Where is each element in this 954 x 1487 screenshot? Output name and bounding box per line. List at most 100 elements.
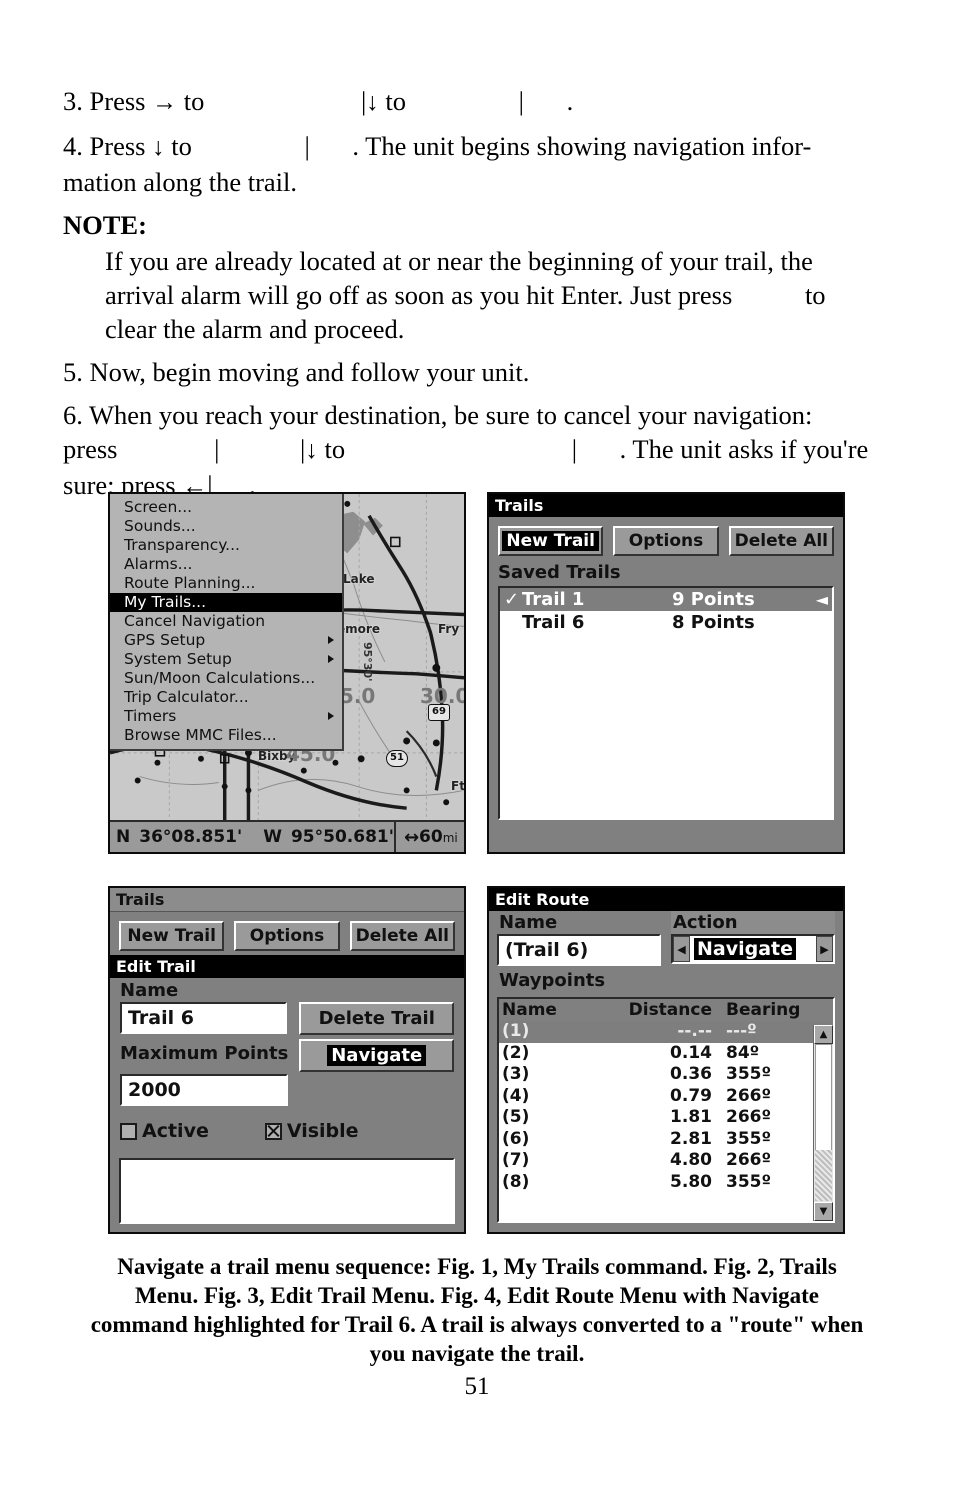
waypoint-row[interactable]: (8) 5.80 355º <box>499 1172 833 1194</box>
step-6-line-1: 6. When you reach your destination, be s… <box>63 400 813 430</box>
map-label-fry: Fry <box>438 622 460 636</box>
waypoint-row[interactable]: (4) 0.79 266º <box>499 1086 833 1108</box>
main-menu-popup[interactable]: Screen... Sounds... Transparency... Alarms.… <box>110 494 344 751</box>
trail-list-item[interactable]: ✓ Trail 1 9 Points ◄ <box>500 588 832 611</box>
waypoint-distance: --.-- <box>677 1021 712 1041</box>
checkbox-label: Active <box>142 1120 209 1142</box>
waypoint-row[interactable]: (5) 1.81 266º <box>499 1107 833 1129</box>
body-copy: 3. Press → to | ↓ to | . 4. Press ↓ to | … <box>63 84 890 513</box>
right-arrow-icon: → <box>152 89 178 116</box>
step-3-prefix: 3. Press <box>63 86 146 116</box>
waypoint-row[interactable]: (1) --.-- ---º <box>499 1021 833 1043</box>
highway-shield-51: 51 <box>386 750 408 767</box>
menu-item-my-trails[interactable]: My Trails... <box>110 593 342 612</box>
delete-trail-button[interactable]: Delete Trail <box>299 1002 454 1035</box>
range-value-group: 60mi <box>419 827 458 847</box>
saved-trails-label: Saved Trails <box>498 562 621 583</box>
action-value-text: Navigate <box>694 938 797 960</box>
menu-item-label: System Setup <box>124 650 232 668</box>
step-6-tail: . The unit asks if you're <box>619 434 869 464</box>
new-trail-button[interactable]: New Trail <box>498 526 604 556</box>
checkbox-box-icon[interactable] <box>120 1122 137 1140</box>
map-view[interactable]: Lake aremore Fry Bixby Ft. 95°30' 45.0 3… <box>110 494 464 822</box>
route-name-input[interactable]: (Trail 6) <box>497 934 661 966</box>
menu-item-sun-moon-calculations[interactable]: Sun/Moon Calculations... <box>110 669 342 688</box>
step-4-continuation: mation along the trail. <box>63 167 298 197</box>
waypoint-row[interactable]: (7) 4.80 266º <box>499 1150 833 1172</box>
waypoint-row[interactable]: (6) 2.81 355º <box>499 1129 833 1151</box>
route-label-row: Name Action <box>489 911 843 934</box>
trail-list-item[interactable]: Trail 6 8 Points <box>500 611 832 634</box>
waypoints-scrollbar[interactable]: ▲ ▼ <box>813 1025 833 1221</box>
new-trail-button[interactable]: New Trail <box>119 921 225 951</box>
menu-item-trip-calculator[interactable]: Trip Calculator... <box>110 688 342 707</box>
menu-item-label: My Trails... <box>124 593 207 611</box>
key-separator-6: | <box>571 434 578 464</box>
navigate-button[interactable]: Navigate <box>299 1039 454 1072</box>
step-3-mid1: to <box>183 86 205 116</box>
step-3-mid2: to <box>385 86 407 116</box>
menu-item-timers[interactable]: Timers <box>110 707 342 726</box>
menu-item-cancel-navigation[interactable]: Cancel Navigation <box>110 612 342 631</box>
spinner-left-arrow-icon[interactable]: ◀ <box>673 936 690 962</box>
menu-item-label: Alarms... <box>124 555 193 573</box>
latitude-hemisphere: N <box>116 827 131 847</box>
menu-item-screen[interactable]: Screen... <box>110 498 342 517</box>
spinner-right-arrow-icon[interactable]: ▶ <box>816 936 833 962</box>
menu-item-browse-mmc-files[interactable]: Browse MMC Files... <box>110 726 342 745</box>
options-button[interactable]: Options <box>613 526 719 556</box>
range-arrows-icon: ↔ <box>403 826 420 848</box>
trail-checkmark-icon: ✓ <box>504 589 520 610</box>
trail-point-count: 8 Points <box>672 612 755 633</box>
gps-screen-1: Lake aremore Fry Bixby Ft. 95°30' 45.0 3… <box>110 494 464 852</box>
action-spinner[interactable]: ◀ Navigate ▶ <box>671 934 835 964</box>
map-grid-longitude-label: 95°30' <box>361 642 374 682</box>
waypoints-row-container: (1) --.-- ---º (2) 0.14 84º (3) 0.36 355º (4) 0.79… <box>499 1021 833 1193</box>
longitude-value: 95°50.681' <box>290 827 394 847</box>
menu-item-system-setup[interactable]: System Setup <box>110 650 342 669</box>
waypoint-distance: 4.80 <box>670 1150 712 1170</box>
step-4-tail: . The unit begins showing navigation inf… <box>352 131 812 161</box>
scroll-up-arrow-icon[interactable]: ▲ <box>814 1025 833 1044</box>
checkbox-box-icon[interactable] <box>264 1122 282 1140</box>
menu-item-route-planning[interactable]: Route Planning... <box>110 574 342 593</box>
menu-item-transparency[interactable]: Transparency... <box>110 536 342 555</box>
checkbox-label: Visible <box>286 1120 359 1142</box>
delete-all-button[interactable]: Delete All <box>349 921 455 951</box>
menu-item-label: GPS Setup <box>124 631 206 649</box>
saved-trails-list[interactable]: ✓ Trail 1 9 Points ◄ Trail 6 8 Points <box>498 586 834 820</box>
scroll-down-arrow-icon[interactable]: ▼ <box>814 1202 833 1221</box>
max-points-input[interactable]: 2000 <box>120 1074 288 1106</box>
waypoint-row[interactable]: (2) 0.14 84º <box>499 1043 833 1065</box>
trail-name: Trail 1 <box>522 589 585 610</box>
down-arrow-icon-1: ↓ <box>366 89 379 116</box>
waypoint-name: (8) <box>502 1171 530 1192</box>
waypoint-row[interactable]: (3) 0.36 355º <box>499 1064 833 1086</box>
action-value: Navigate <box>690 936 816 962</box>
scrollbar-track[interactable] <box>815 1150 832 1201</box>
menu-item-label: Browse MMC Files... <box>124 726 277 744</box>
position-readout: N 36°08.851' W 95°50.681' <box>110 827 394 847</box>
waypoint-name: (3) <box>502 1064 530 1084</box>
menu-item-gps-setup[interactable]: GPS Setup <box>110 631 342 650</box>
step-3-end: . <box>566 86 574 116</box>
scrollbar-thumb[interactable] <box>815 1044 832 1152</box>
step-4-prefix: 4. Press <box>63 131 146 161</box>
delete-all-button[interactable]: Delete All <box>728 526 834 556</box>
longitude-hemisphere: W <box>263 827 282 847</box>
waypoints-header-row: Name Distance Bearing <box>499 999 833 1021</box>
step-4-mid1: to <box>171 131 192 161</box>
trail-name-input[interactable]: Trail 6 <box>120 1002 288 1034</box>
figure-1-map-with-menu: Lake aremore Fry Bixby Ft. 95°30' 45.0 3… <box>108 492 466 854</box>
waypoint-distance: 0.36 <box>670 1064 712 1084</box>
waypoints-table[interactable]: Name Distance Bearing (1) --.-- ---º (2) 0.1… <box>497 997 835 1223</box>
waypoint-distance: 1.81 <box>670 1107 712 1127</box>
checkbox-visible[interactable]: Visible <box>264 1120 359 1142</box>
note-line-2b: to <box>804 280 826 310</box>
waypoint-name: (5) <box>502 1107 530 1127</box>
menu-item-alarms[interactable]: Alarms... <box>110 555 342 574</box>
options-button[interactable]: Options <box>234 921 340 951</box>
menu-item-sounds[interactable]: Sounds... <box>110 517 342 536</box>
key-separator-3: | <box>304 131 310 161</box>
checkbox-active[interactable]: Active <box>120 1120 209 1142</box>
